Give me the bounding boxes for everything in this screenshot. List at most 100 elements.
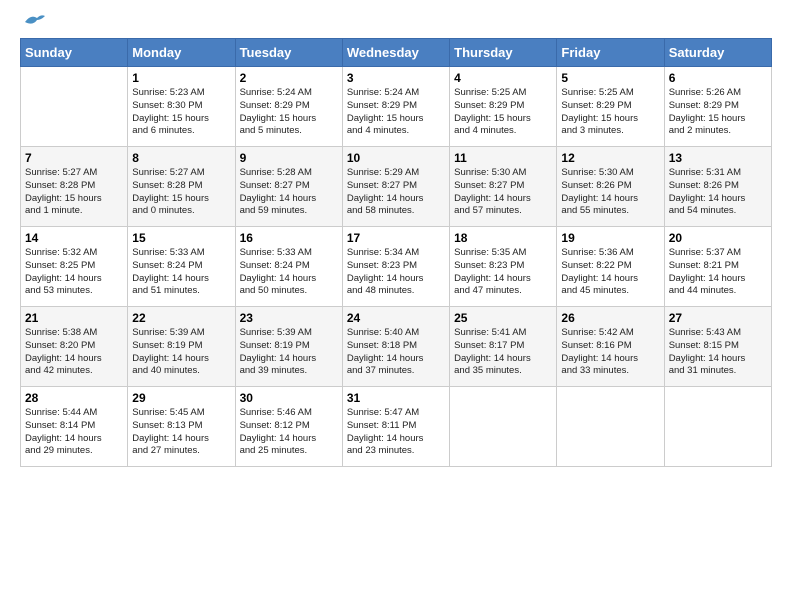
day-info: Sunrise: 5:27 AM Sunset: 8:28 PM Dayligh…: [132, 167, 230, 218]
day-info: Sunrise: 5:35 AM Sunset: 8:23 PM Dayligh…: [454, 247, 552, 298]
day-number: 16: [240, 231, 338, 245]
weekday-header-thursday: Thursday: [450, 39, 557, 67]
day-number: 20: [669, 231, 767, 245]
calendar-cell: 10Sunrise: 5:29 AM Sunset: 8:27 PM Dayli…: [342, 147, 449, 227]
logo: [20, 20, 45, 28]
calendar-header: SundayMondayTuesdayWednesdayThursdayFrid…: [21, 39, 772, 67]
day-number: 18: [454, 231, 552, 245]
logo-bird-icon: [23, 12, 45, 28]
calendar-cell: 11 Sunrise: 5:30 AM Sunset: 8:27 PM Dayli…: [450, 147, 557, 227]
day-info: Sunrise: 5:39 AM Sunset: 8:19 PM Dayligh…: [132, 327, 230, 378]
day-number: 30: [240, 391, 338, 405]
page-header: [20, 20, 772, 28]
weekday-header-monday: Monday: [128, 39, 235, 67]
day-number: 6: [669, 71, 767, 85]
calendar-cell: [21, 67, 128, 147]
day-number: 19: [561, 231, 659, 245]
day-number: 4: [454, 71, 552, 85]
calendar-cell: 25 Sunrise: 5:41 AM Sunset: 8:17 PM Dayli…: [450, 307, 557, 387]
calendar-cell: 31 Sunrise: 5:47 AM Sunset: 8:11 PM Dayli…: [342, 387, 449, 467]
day-number: 1: [132, 71, 230, 85]
day-number: 29: [132, 391, 230, 405]
day-number: 12: [561, 151, 659, 165]
day-info: Sunrise: 5:31 AM Sunset: 8:26 PM Dayligh…: [669, 167, 767, 218]
day-info: Sunrise: 5:30 AM Sunset: 8:26 PM Dayligh…: [561, 167, 659, 218]
calendar-cell: 30 Sunrise: 5:46 AM Sunset: 8:12 PM Dayli…: [235, 387, 342, 467]
calendar-week-row: 14Sunrise: 5:32 AM Sunset: 8:25 PM Dayli…: [21, 227, 772, 307]
day-number: 28: [25, 391, 123, 405]
calendar-cell: 16 Sunrise: 5:33 AM Sunset: 8:24 PM Dayli…: [235, 227, 342, 307]
day-info: Sunrise: 5:47 AM Sunset: 8:11 PM Dayligh…: [347, 407, 445, 458]
calendar-cell: 23 Sunrise: 5:39 AM Sunset: 8:19 PM Dayli…: [235, 307, 342, 387]
day-number: 21: [25, 311, 123, 325]
weekday-header-friday: Friday: [557, 39, 664, 67]
calendar-cell: 5 Sunrise: 5:25 AM Sunset: 8:29 PM Daylig…: [557, 67, 664, 147]
day-number: 23: [240, 311, 338, 325]
calendar-week-row: 7Sunrise: 5:27 AM Sunset: 8:28 PM Daylig…: [21, 147, 772, 227]
day-number: 5: [561, 71, 659, 85]
day-number: 25: [454, 311, 552, 325]
calendar-cell: 22Sunrise: 5:39 AM Sunset: 8:19 PM Dayli…: [128, 307, 235, 387]
calendar-body: 1 Sunrise: 5:23 AM Sunset: 8:30 PM Daylig…: [21, 67, 772, 467]
calendar-cell: 8 Sunrise: 5:27 AM Sunset: 8:28 PM Daylig…: [128, 147, 235, 227]
calendar-cell: 1 Sunrise: 5:23 AM Sunset: 8:30 PM Daylig…: [128, 67, 235, 147]
calendar-cell: 18 Sunrise: 5:35 AM Sunset: 8:23 PM Dayli…: [450, 227, 557, 307]
day-info: Sunrise: 5:34 AM Sunset: 8:23 PM Dayligh…: [347, 247, 445, 298]
calendar-cell: 15Sunrise: 5:33 AM Sunset: 8:24 PM Dayli…: [128, 227, 235, 307]
calendar-cell: 2 Sunrise: 5:24 AM Sunset: 8:29 PM Daylig…: [235, 67, 342, 147]
day-number: 3: [347, 71, 445, 85]
calendar-cell: 28 Sunrise: 5:44 AM Sunset: 8:14 PM Dayli…: [21, 387, 128, 467]
calendar-cell: [450, 387, 557, 467]
calendar-week-row: 1 Sunrise: 5:23 AM Sunset: 8:30 PM Daylig…: [21, 67, 772, 147]
weekday-header-saturday: Saturday: [664, 39, 771, 67]
day-number: 24: [347, 311, 445, 325]
calendar-cell: 17Sunrise: 5:34 AM Sunset: 8:23 PM Dayli…: [342, 227, 449, 307]
day-info: Sunrise: 5:44 AM Sunset: 8:14 PM Dayligh…: [25, 407, 123, 458]
calendar-cell: 12 Sunrise: 5:30 AM Sunset: 8:26 PM Dayli…: [557, 147, 664, 227]
day-info: Sunrise: 5:46 AM Sunset: 8:12 PM Dayligh…: [240, 407, 338, 458]
day-info: Sunrise: 5:36 AM Sunset: 8:22 PM Dayligh…: [561, 247, 659, 298]
calendar-cell: 20 Sunrise: 5:37 AM Sunset: 8:21 PM Dayli…: [664, 227, 771, 307]
calendar-cell: 6 Sunrise: 5:26 AM Sunset: 8:29 PM Daylig…: [664, 67, 771, 147]
day-info: Sunrise: 5:27 AM Sunset: 8:28 PM Dayligh…: [25, 167, 123, 218]
weekday-header-row: SundayMondayTuesdayWednesdayThursdayFrid…: [21, 39, 772, 67]
weekday-header-wednesday: Wednesday: [342, 39, 449, 67]
day-info: Sunrise: 5:24 AM Sunset: 8:29 PM Dayligh…: [240, 87, 338, 138]
day-number: 10: [347, 151, 445, 165]
day-info: Sunrise: 5:45 AM Sunset: 8:13 PM Dayligh…: [132, 407, 230, 458]
day-info: Sunrise: 5:26 AM Sunset: 8:29 PM Dayligh…: [669, 87, 767, 138]
day-info: Sunrise: 5:38 AM Sunset: 8:20 PM Dayligh…: [25, 327, 123, 378]
calendar-week-row: 21 Sunrise: 5:38 AM Sunset: 8:20 PM Dayli…: [21, 307, 772, 387]
calendar-cell: 14Sunrise: 5:32 AM Sunset: 8:25 PM Dayli…: [21, 227, 128, 307]
day-info: Sunrise: 5:23 AM Sunset: 8:30 PM Dayligh…: [132, 87, 230, 138]
weekday-header-tuesday: Tuesday: [235, 39, 342, 67]
calendar-cell: 27Sunrise: 5:43 AM Sunset: 8:15 PM Dayli…: [664, 307, 771, 387]
calendar-cell: [557, 387, 664, 467]
calendar-cell: 29 Sunrise: 5:45 AM Sunset: 8:13 PM Dayli…: [128, 387, 235, 467]
day-info: Sunrise: 5:24 AM Sunset: 8:29 PM Dayligh…: [347, 87, 445, 138]
day-number: 14: [25, 231, 123, 245]
day-info: Sunrise: 5:42 AM Sunset: 8:16 PM Dayligh…: [561, 327, 659, 378]
calendar-cell: 4 Sunrise: 5:25 AM Sunset: 8:29 PM Daylig…: [450, 67, 557, 147]
calendar-cell: [664, 387, 771, 467]
day-info: Sunrise: 5:39 AM Sunset: 8:19 PM Dayligh…: [240, 327, 338, 378]
calendar-cell: 24Sunrise: 5:40 AM Sunset: 8:18 PM Dayli…: [342, 307, 449, 387]
calendar-cell: 9Sunrise: 5:28 AM Sunset: 8:27 PM Daylig…: [235, 147, 342, 227]
calendar-cell: 19 Sunrise: 5:36 AM Sunset: 8:22 PM Dayli…: [557, 227, 664, 307]
day-info: Sunrise: 5:33 AM Sunset: 8:24 PM Dayligh…: [132, 247, 230, 298]
day-number: 31: [347, 391, 445, 405]
day-number: 11: [454, 151, 552, 165]
day-info: Sunrise: 5:33 AM Sunset: 8:24 PM Dayligh…: [240, 247, 338, 298]
calendar-cell: 26Sunrise: 5:42 AM Sunset: 8:16 PM Dayli…: [557, 307, 664, 387]
day-number: 9: [240, 151, 338, 165]
day-info: Sunrise: 5:37 AM Sunset: 8:21 PM Dayligh…: [669, 247, 767, 298]
day-number: 13: [669, 151, 767, 165]
day-info: Sunrise: 5:30 AM Sunset: 8:27 PM Dayligh…: [454, 167, 552, 218]
day-info: Sunrise: 5:25 AM Sunset: 8:29 PM Dayligh…: [454, 87, 552, 138]
day-info: Sunrise: 5:25 AM Sunset: 8:29 PM Dayligh…: [561, 87, 659, 138]
day-info: Sunrise: 5:43 AM Sunset: 8:15 PM Dayligh…: [669, 327, 767, 378]
day-info: Sunrise: 5:41 AM Sunset: 8:17 PM Dayligh…: [454, 327, 552, 378]
day-number: 8: [132, 151, 230, 165]
day-number: 2: [240, 71, 338, 85]
calendar-cell: 7Sunrise: 5:27 AM Sunset: 8:28 PM Daylig…: [21, 147, 128, 227]
